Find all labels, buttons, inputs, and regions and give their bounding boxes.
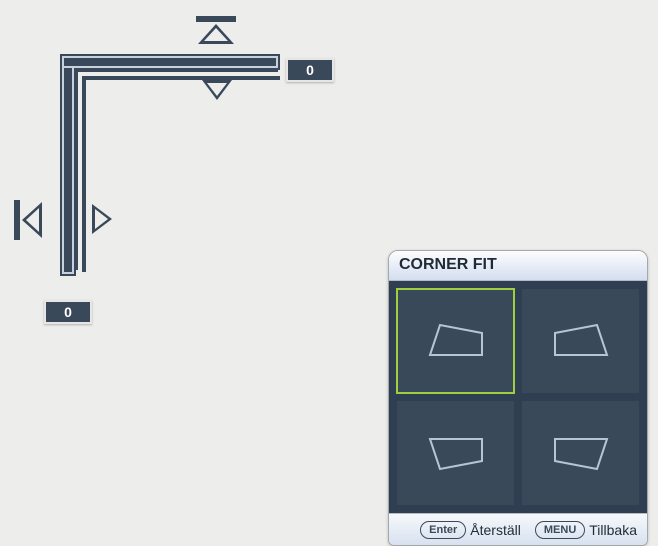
corner-fit-panel: CORNER FIT Enter Återställ — [388, 250, 648, 546]
corner-option-top-left[interactable] — [397, 289, 514, 393]
move-to-top-button[interactable] — [192, 14, 240, 53]
corner-option-bottom-left[interactable] — [397, 401, 514, 505]
corner-option-top-right[interactable] — [522, 289, 639, 393]
corner-option-bottom-right[interactable] — [522, 401, 639, 505]
move-right-button[interactable] — [90, 202, 114, 241]
menu-key-pill: MENU — [535, 521, 585, 539]
corner-indicator — [60, 54, 280, 276]
menu-action-label: Tillbaka — [589, 522, 637, 538]
move-to-left-button[interactable] — [12, 196, 46, 249]
vertical-value-text: 0 — [64, 304, 72, 320]
panel-title: CORNER FIT — [389, 251, 647, 281]
vertical-value: 0 — [44, 300, 92, 324]
corner-options-grid — [389, 281, 647, 513]
enter-key-pill: Enter — [420, 521, 466, 539]
horizontal-value-text: 0 — [306, 62, 314, 78]
footer-enter[interactable]: Enter Återställ — [420, 521, 521, 539]
horizontal-value: 0 — [286, 58, 334, 82]
footer-menu[interactable]: MENU Tillbaka — [535, 521, 637, 539]
panel-footer: Enter Återställ MENU Tillbaka — [389, 513, 647, 545]
enter-action-label: Återställ — [470, 522, 521, 538]
move-down-button[interactable] — [200, 78, 234, 107]
